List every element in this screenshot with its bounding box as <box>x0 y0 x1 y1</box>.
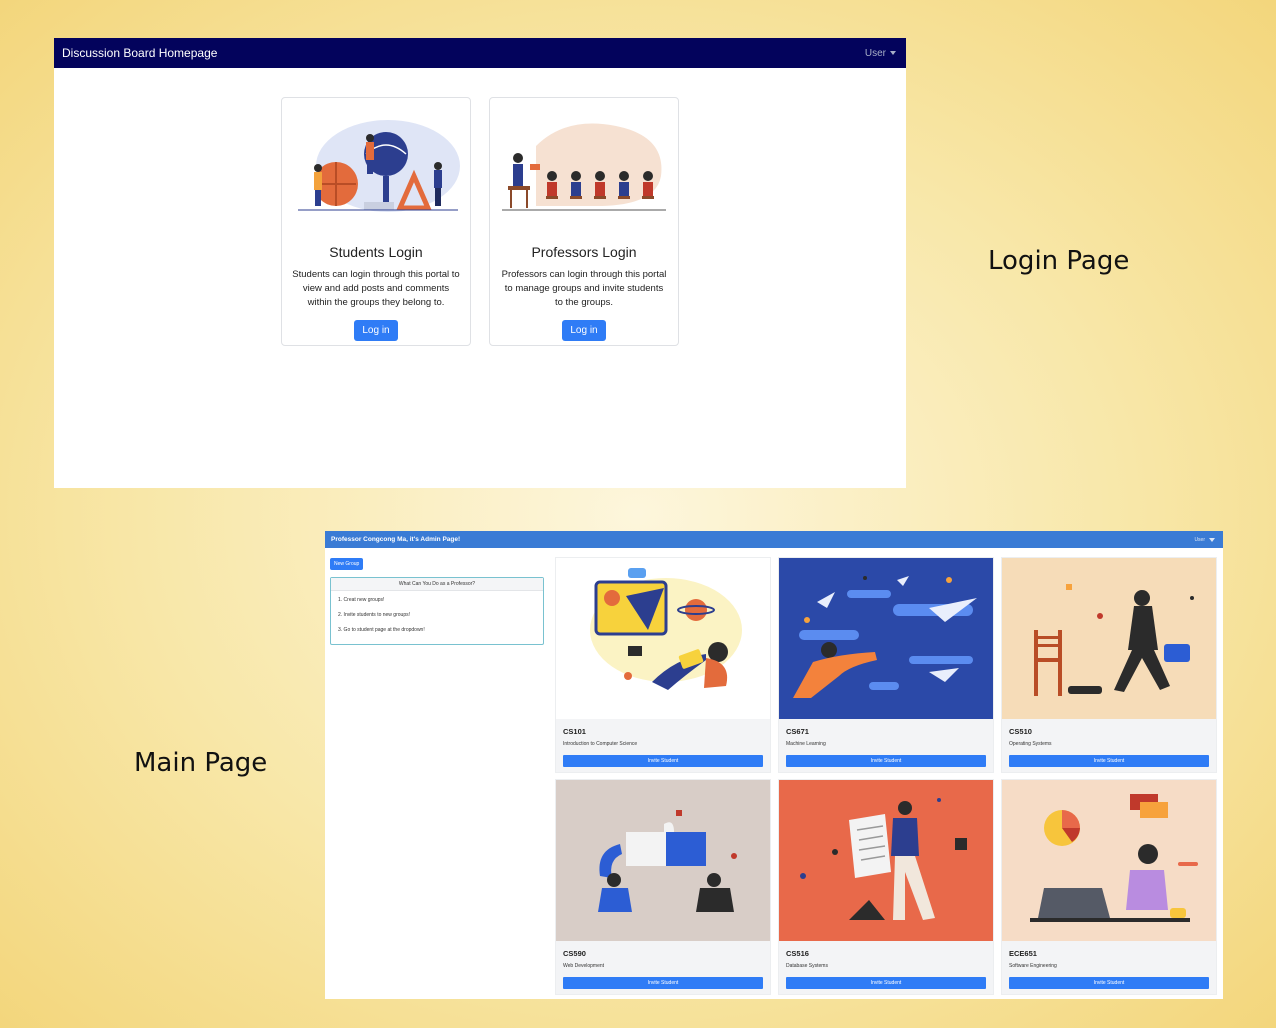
professors-illustration <box>496 106 672 226</box>
main-navbar: Professor Congcong Ma, it's Admin Page! … <box>325 531 1223 548</box>
invite-student-button[interactable]: Invite Student <box>786 977 986 989</box>
professors-login-description: Professors can login through this portal… <box>501 269 667 308</box>
user-dropdown-label: User <box>1194 536 1205 543</box>
navbar-brand[interactable]: Professor Congcong Ma, it's Admin Page! <box>331 536 460 543</box>
course-name: Database Systems <box>786 963 828 969</box>
user-dropdown-label: User <box>864 47 886 59</box>
caret-down-icon <box>1209 537 1215 542</box>
invite-student-button[interactable]: Invite Student <box>1009 977 1209 989</box>
students-login-button[interactable]: Log in <box>354 320 398 341</box>
course-code: CS671 <box>786 727 809 736</box>
list-item: 1. Creat new groups! <box>338 597 385 603</box>
course-code: CS101 <box>563 727 586 736</box>
course-name: Web Development <box>563 963 605 969</box>
course-card-ece651[interactable]: ECE651 Software Engineering Invite Stude… <box>1001 779 1217 995</box>
course-name: Software Engineering <box>1009 963 1057 969</box>
students-login-description: Students can login through this portal t… <box>292 269 460 308</box>
course-name: Introduction to Computer Science <box>563 741 638 747</box>
login-navbar: Discussion Board Homepage User <box>54 38 906 68</box>
course-name: Operating Systems <box>1009 741 1052 747</box>
course-card-cs510[interactable]: CS510 Operating Systems Invite Student <box>1001 557 1217 773</box>
login-page-screenshot: Discussion Board Homepage User Students … <box>54 38 906 488</box>
list-item: 2. Invite students to new groups! <box>338 612 410 618</box>
students-login-card: Students Login Students can login throug… <box>281 97 471 346</box>
new-group-button[interactable]: New Group <box>330 558 364 570</box>
main-page-screenshot: Professor Congcong Ma, it's Admin Page! … <box>325 531 1223 999</box>
students-login-title: Students Login <box>329 244 423 260</box>
professors-login-title: Professors Login <box>531 244 637 260</box>
invite-student-button[interactable]: Invite Student <box>1009 755 1209 767</box>
course-image <box>779 780 993 941</box>
students-illustration <box>288 106 464 226</box>
invite-student-button[interactable]: Invite Student <box>563 977 763 989</box>
course-image <box>556 780 770 941</box>
professors-login-button[interactable]: Log in <box>562 320 606 341</box>
course-image <box>1002 558 1216 719</box>
caret-down-icon <box>890 51 896 55</box>
course-code: CS510 <box>1009 727 1032 736</box>
course-card-cs590[interactable]: CS590 Web Development Invite Student <box>555 779 771 995</box>
course-card-cs671[interactable]: CS671 Machine Learning Invite Student <box>778 557 994 773</box>
invite-student-button[interactable]: Invite Student <box>786 755 986 767</box>
list-item: 3. Go to student page at the dropdown! <box>338 627 425 633</box>
course-image <box>1002 780 1216 941</box>
course-code: CS516 <box>786 949 809 958</box>
login-page-caption: Login Page <box>988 246 1130 276</box>
main-page-caption: Main Page <box>134 748 268 778</box>
user-dropdown[interactable]: User <box>865 48 896 59</box>
professor-info-box: What Can You Do as a Professor? 1. Creat… <box>330 577 544 645</box>
info-box-list: 1. Creat new groups! 2. Invite students … <box>338 597 543 633</box>
course-image <box>779 558 993 719</box>
user-dropdown[interactable]: User <box>1194 537 1215 543</box>
invite-student-button[interactable]: Invite Student <box>563 755 763 767</box>
course-card-cs516[interactable]: CS516 Database Systems Invite Student <box>778 779 994 995</box>
info-box-title: What Can You Do as a Professor? <box>331 578 543 591</box>
course-image <box>556 558 770 719</box>
course-code: CS590 <box>563 949 586 958</box>
navbar-brand[interactable]: Discussion Board Homepage <box>62 46 217 60</box>
course-name: Machine Learning <box>786 741 826 747</box>
professors-login-card: Professors Login Professors can login th… <box>489 97 679 346</box>
course-code: ECE651 <box>1009 949 1037 958</box>
course-card-cs101[interactable]: CS101 Introduction to Computer Science I… <box>555 557 771 773</box>
